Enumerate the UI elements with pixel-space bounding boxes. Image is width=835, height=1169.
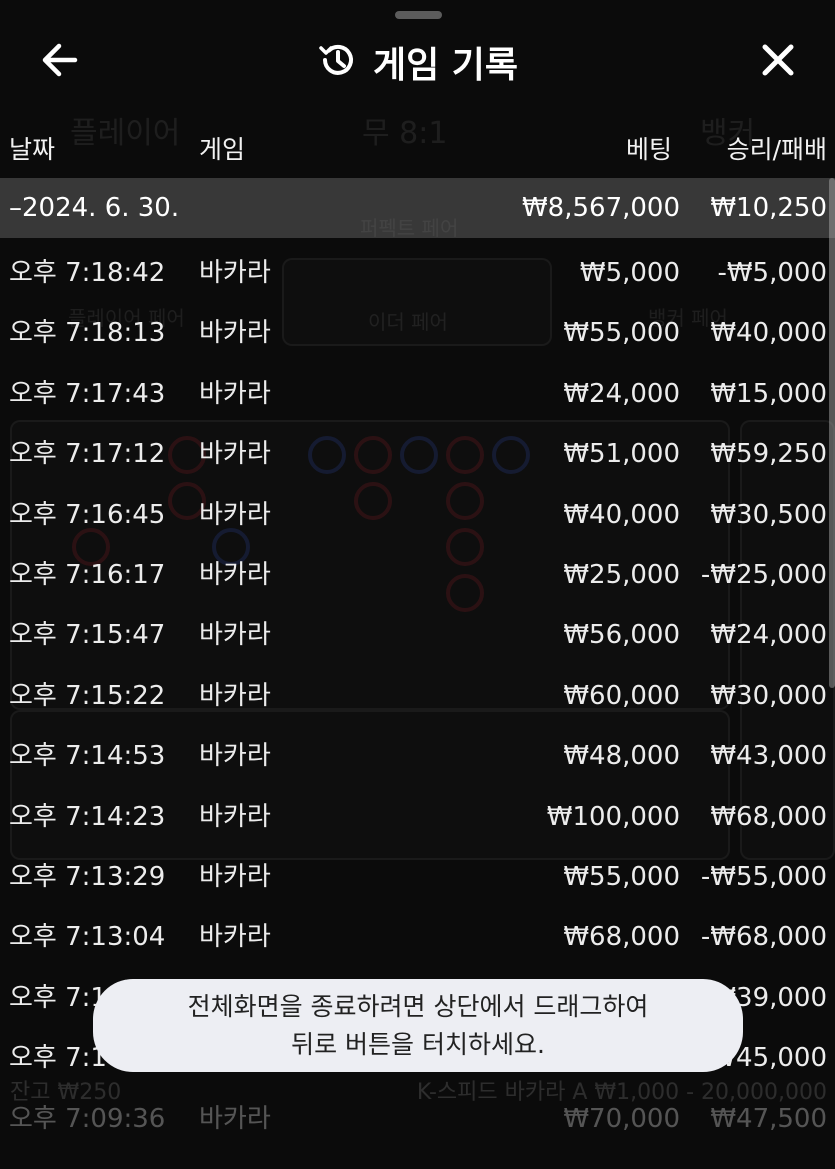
history-row[interactable]: 오후 7:14:23 바카라 ₩100,000 ₩68,000 xyxy=(0,787,835,847)
row-time: 오후 7:16:17 xyxy=(9,560,166,590)
row-bet: ₩55,000 xyxy=(563,862,680,892)
row-result: -₩5,000 xyxy=(717,258,827,288)
column-header-bet: 베팅 xyxy=(625,135,672,164)
bg-table-name: K-스피드 바카라 A ₩1,000 - 20,000,000 xyxy=(416,1080,827,1105)
row-time: 오후 7:16:45 xyxy=(9,500,166,530)
row-game: 바카라 xyxy=(199,560,271,590)
summary-date: –2024. 6. 30. xyxy=(9,193,180,223)
row-bet: ₩68,000 xyxy=(563,922,680,952)
history-row[interactable]: 오후 7:13:04 바카라 ₩68,000 -₩68,000 xyxy=(0,907,835,967)
row-game: 바카라 xyxy=(199,620,271,650)
row-bet: ₩56,000 xyxy=(563,620,680,650)
history-row[interactable]: 오후 7:16:17 바카라 ₩25,000 -₩25,000 xyxy=(0,545,835,605)
column-header-date: 날짜 xyxy=(9,135,56,164)
history-row[interactable]: 오후 7:15:47 바카라 ₩56,000 ₩24,000 xyxy=(0,605,835,665)
column-header-result: 승리/패배 xyxy=(726,135,827,164)
row-time: 오후 7:18:42 xyxy=(9,258,166,288)
row-game: 바카라 xyxy=(199,258,271,288)
row-game: 바카라 xyxy=(199,379,271,409)
row-time: 오후 7:13:29 xyxy=(9,862,166,892)
fullscreen-exit-toast: 전체화면을 종료하려면 상단에서 드래그하여 뒤로 버튼을 터치하세요. xyxy=(93,979,743,1072)
row-game: 바카라 xyxy=(199,318,271,348)
row-result: ₩68,000 xyxy=(710,802,827,832)
row-result: ₩15,000 xyxy=(710,379,827,409)
row-bet: ₩48,000 xyxy=(563,741,680,771)
row-time: 오후 7:15:47 xyxy=(9,620,166,650)
row-game: 바카라 xyxy=(199,681,271,711)
history-row[interactable]: 오후 7:17:43 바카라 ₩24,000 ₩15,000 xyxy=(0,364,835,424)
row-result: ₩30,500 xyxy=(710,500,827,530)
history-row[interactable]: 오후 7:14:53 바카라 ₩48,000 ₩43,000 xyxy=(0,726,835,786)
toast-line-2: 뒤로 버튼을 터치하세요. xyxy=(291,1029,545,1059)
row-game: 바카라 xyxy=(199,439,271,469)
column-header-game: 게임 xyxy=(199,135,246,164)
row-game: 바카라 xyxy=(199,741,271,771)
history-row[interactable]: 오후 7:16:45 바카라 ₩40,000 ₩30,500 xyxy=(0,485,835,545)
header-title-group: 게임 기록 xyxy=(0,38,835,86)
summary-result-total: ₩10,250 xyxy=(710,193,827,223)
row-time: 오후 7:15:22 xyxy=(9,681,166,711)
row-game: 바카라 xyxy=(199,802,271,832)
history-row[interactable]: 오후 7:17:12 바카라 ₩51,000 ₩59,250 xyxy=(0,424,835,484)
row-result: -₩68,000 xyxy=(700,922,827,952)
bg-balance: 잔고 ₩250 xyxy=(10,1080,122,1105)
toast-line-1: 전체화면을 종료하려면 상단에서 드래그하여 xyxy=(187,991,649,1021)
row-bet: ₩40,000 xyxy=(563,500,680,530)
summary-bet-total: ₩8,567,000 xyxy=(521,193,680,223)
row-game: 바카라 xyxy=(199,862,271,892)
history-row[interactable]: 오후 7:15:22 바카라 ₩60,000 ₩30,000 xyxy=(0,666,835,726)
row-game: 바카라 xyxy=(199,922,271,952)
row-time: 오후 7:13:04 xyxy=(9,922,166,952)
row-result: ₩24,000 xyxy=(710,620,827,650)
history-row[interactable]: 오후 7:18:42 바카라 ₩5,000 -₩5,000 xyxy=(0,243,835,303)
row-game: 바카라 xyxy=(199,1104,271,1134)
row-bet: ₩60,000 xyxy=(563,681,680,711)
row-bet: ₩25,000 xyxy=(563,560,680,590)
row-result: ₩40,000 xyxy=(710,318,827,348)
row-bet: ₩100,000 xyxy=(546,802,680,832)
row-result: ₩30,000 xyxy=(710,681,827,711)
row-bet: ₩55,000 xyxy=(563,318,680,348)
row-time: 오후 7:14:23 xyxy=(9,802,166,832)
row-bet: ₩24,000 xyxy=(563,379,680,409)
row-result: -₩25,000 xyxy=(700,560,827,590)
row-game: 바카라 xyxy=(199,500,271,530)
row-time: 오후 7:18:13 xyxy=(9,318,166,348)
close-button[interactable] xyxy=(754,38,802,86)
history-row[interactable]: 오후 7:13:29 바카라 ₩55,000 -₩55,000 xyxy=(0,847,835,907)
close-icon xyxy=(761,43,795,81)
page-title: 게임 기록 xyxy=(372,45,518,86)
row-result: ₩43,000 xyxy=(710,741,827,771)
date-summary-row[interactable]: –2024. 6. 30. ₩8,567,000 ₩10,250 xyxy=(0,178,835,238)
history-clock-icon xyxy=(317,40,357,84)
row-bet: ₩51,000 xyxy=(563,439,680,469)
row-time: 오후 7:17:12 xyxy=(9,439,166,469)
row-result: ₩59,250 xyxy=(710,439,827,469)
row-time: 오후 7:14:53 xyxy=(9,741,166,771)
list-scrollbar[interactable] xyxy=(829,178,835,688)
row-bet: ₩5,000 xyxy=(579,258,680,288)
history-row[interactable]: 오후 7:18:13 바카라 ₩55,000 ₩40,000 xyxy=(0,303,835,363)
row-time: 오후 7:17:43 xyxy=(9,379,166,409)
history-header: 게임 기록 xyxy=(0,0,835,120)
row-result: -₩55,000 xyxy=(700,862,827,892)
